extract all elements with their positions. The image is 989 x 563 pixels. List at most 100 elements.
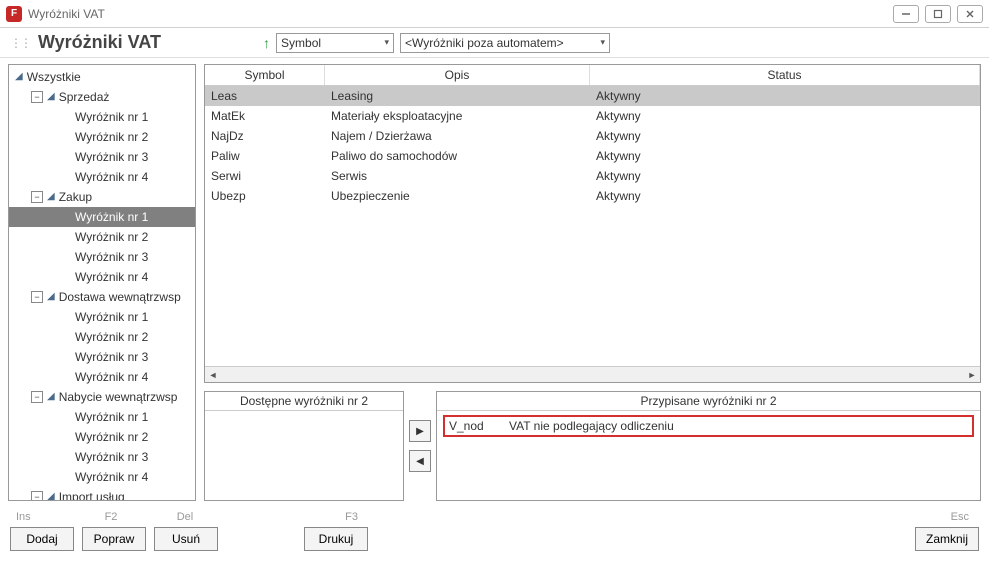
tree-item[interactable]: −◢ Import usług <box>9 487 195 501</box>
tree-item-label: Wyróżnik nr 2 <box>75 330 148 344</box>
table-row[interactable]: SerwiSerwisAktywny <box>205 166 980 186</box>
window-title: Wyróżniki VAT <box>28 7 887 21</box>
shortcut-del: Del <box>150 511 220 523</box>
cell-symbol: MatEk <box>205 106 325 126</box>
triangle-icon: ◢ <box>47 291 55 302</box>
tree-item[interactable]: Wyróżnik nr 1 <box>9 207 195 227</box>
gripper-icon: ⋮⋮ <box>10 36 30 50</box>
tree-item[interactable]: Wyróżnik nr 2 <box>9 327 195 347</box>
scroll-right-icon[interactable]: ► <box>964 367 980 383</box>
tree-item[interactable]: Wyróżnik nr 1 <box>9 407 195 427</box>
triangle-icon: ◢ <box>47 91 55 102</box>
table-row[interactable]: UbezpUbezpieczenieAktywny <box>205 186 980 206</box>
table-row[interactable]: LeasLeasingAktywny <box>205 86 980 106</box>
col-desc[interactable]: Opis <box>325 65 590 85</box>
table-row[interactable]: MatEkMateriały eksploatacyjneAktywny <box>205 106 980 126</box>
shortcut-f3: F3 <box>220 511 376 523</box>
tree-item-label: Wyróżnik nr 4 <box>75 270 148 284</box>
tree-item[interactable]: −◢ Dostawa wewnątrzwsp <box>9 287 195 307</box>
cell-status: Aktywny <box>590 126 980 146</box>
table-row[interactable]: PaliwPaliwo do samochodówAktywny <box>205 146 980 166</box>
collapse-icon[interactable]: − <box>31 91 43 103</box>
tree-item[interactable]: −◢ Zakup <box>9 187 195 207</box>
tree-item[interactable]: −◢ Sprzedaż <box>9 87 195 107</box>
chevron-down-icon: ▾ <box>378 37 389 48</box>
tree-item[interactable]: Wyróżnik nr 4 <box>9 267 195 287</box>
maximize-button[interactable] <box>925 5 951 23</box>
shortcut-ins: Ins <box>10 511 72 523</box>
edit-button[interactable]: Popraw <box>82 527 146 551</box>
cell-symbol: NajDz <box>205 126 325 146</box>
move-right-button[interactable]: ▶ <box>409 420 431 442</box>
tree-item[interactable]: Wyróżnik nr 2 <box>9 127 195 147</box>
tree-item[interactable]: Wyróżnik nr 2 <box>9 227 195 247</box>
cell-desc: Paliwo do samochodów <box>325 146 590 166</box>
tree-item-label: Wyróżnik nr 4 <box>75 470 148 484</box>
tree-item-label: Import usług <box>59 490 125 501</box>
cell-status: Aktywny <box>590 146 980 166</box>
tree-item[interactable]: ◢Wszystkie <box>9 67 195 87</box>
print-button[interactable]: Drukuj <box>304 527 368 551</box>
sort-ascending-icon[interactable]: ↑ <box>263 35 270 51</box>
chevron-down-icon: ▾ <box>594 37 605 48</box>
assigned-list[interactable]: Przypisane wyróżniki nr 2 V_nodVAT nie p… <box>436 391 981 501</box>
tree-item[interactable]: Wyróżnik nr 1 <box>9 107 195 127</box>
available-list[interactable]: Dostępne wyróżniki nr 2 <box>204 391 404 501</box>
delete-button[interactable]: Usuń <box>154 527 218 551</box>
filter-select[interactable]: <Wyróżniki poza automatem> ▾ <box>400 33 610 53</box>
cell-symbol: Ubezp <box>205 186 325 206</box>
collapse-icon[interactable]: − <box>31 491 43 501</box>
tree-item[interactable]: Wyróżnik nr 2 <box>9 427 195 447</box>
tree-item-label: Sprzedaż <box>59 90 110 104</box>
cell-desc: Najem / Dzierżawa <box>325 126 590 146</box>
tree-item[interactable]: Wyróżnik nr 3 <box>9 147 195 167</box>
collapse-icon[interactable]: − <box>31 391 43 403</box>
triangle-icon: ◢ <box>15 71 23 82</box>
assigned-code: V_nod <box>449 419 499 433</box>
tree-item[interactable]: Wyróżnik nr 3 <box>9 247 195 267</box>
tree-item-label: Dostawa wewnątrzwsp <box>59 290 181 304</box>
triangle-icon: ◢ <box>47 191 55 202</box>
collapse-icon[interactable]: − <box>31 191 43 203</box>
tree-item-label: Wyróżnik nr 4 <box>75 370 148 384</box>
tree-item[interactable]: Wyróżnik nr 4 <box>9 467 195 487</box>
tree-item-label: Zakup <box>59 190 92 204</box>
page-title: Wyróżniki VAT <box>38 32 161 53</box>
minimize-button[interactable] <box>893 5 919 23</box>
cell-status: Aktywny <box>590 106 980 126</box>
cell-symbol: Paliw <box>205 146 325 166</box>
titlebar: F Wyróżniki VAT <box>0 0 989 28</box>
footer: Ins F2 Del F3 Esc Dodaj Popraw Usuń Druk… <box>0 505 989 563</box>
table-row[interactable]: NajDzNajem / DzierżawaAktywny <box>205 126 980 146</box>
tree-item-label: Wyróżnik nr 3 <box>75 250 148 264</box>
tree-item[interactable]: Wyróżnik nr 1 <box>9 307 195 327</box>
cell-desc: Leasing <box>325 86 590 106</box>
category-tree[interactable]: ◢Wszystkie−◢SprzedażWyróżnik nr 1Wyróżni… <box>8 64 196 501</box>
close-dialog-button[interactable]: Zamknij <box>915 527 979 551</box>
tree-item[interactable]: Wyróżnik nr 4 <box>9 367 195 387</box>
cell-symbol: Serwi <box>205 166 325 186</box>
add-button[interactable]: Dodaj <box>10 527 74 551</box>
tree-item[interactable]: Wyróżnik nr 4 <box>9 167 195 187</box>
cell-status: Aktywny <box>590 166 980 186</box>
tree-item-label: Wyróżnik nr 1 <box>75 410 148 424</box>
tree-item[interactable]: Wyróżnik nr 3 <box>9 447 195 467</box>
grid-horizontal-scrollbar[interactable]: ◄ ► <box>205 366 980 382</box>
assigned-item[interactable]: V_nodVAT nie podlegający odliczeniu <box>443 415 974 437</box>
triangle-icon: ◢ <box>47 391 55 402</box>
vat-grid[interactable]: Symbol Opis Status LeasLeasingAktywnyMat… <box>204 64 981 383</box>
toolbar: ⋮⋮ Wyróżniki VAT ↑ Symbol ▾ <Wyróżniki p… <box>0 28 989 58</box>
sort-field-select[interactable]: Symbol ▾ <box>276 33 394 53</box>
shortcut-f2: F2 <box>72 511 150 523</box>
col-symbol[interactable]: Symbol <box>205 65 325 85</box>
collapse-icon[interactable]: − <box>31 291 43 303</box>
filter-value: <Wyróżniki poza automatem> <box>405 36 564 50</box>
triangle-icon: ◢ <box>47 491 55 502</box>
close-button[interactable] <box>957 5 983 23</box>
tree-item[interactable]: Wyróżnik nr 3 <box>9 347 195 367</box>
tree-item-label: Wyróżnik nr 1 <box>75 110 148 124</box>
tree-item[interactable]: −◢Nabycie wewnątrzwsp <box>9 387 195 407</box>
move-left-button[interactable]: ◀ <box>409 450 431 472</box>
col-status[interactable]: Status <box>590 65 980 85</box>
scroll-left-icon[interactable]: ◄ <box>205 367 221 383</box>
